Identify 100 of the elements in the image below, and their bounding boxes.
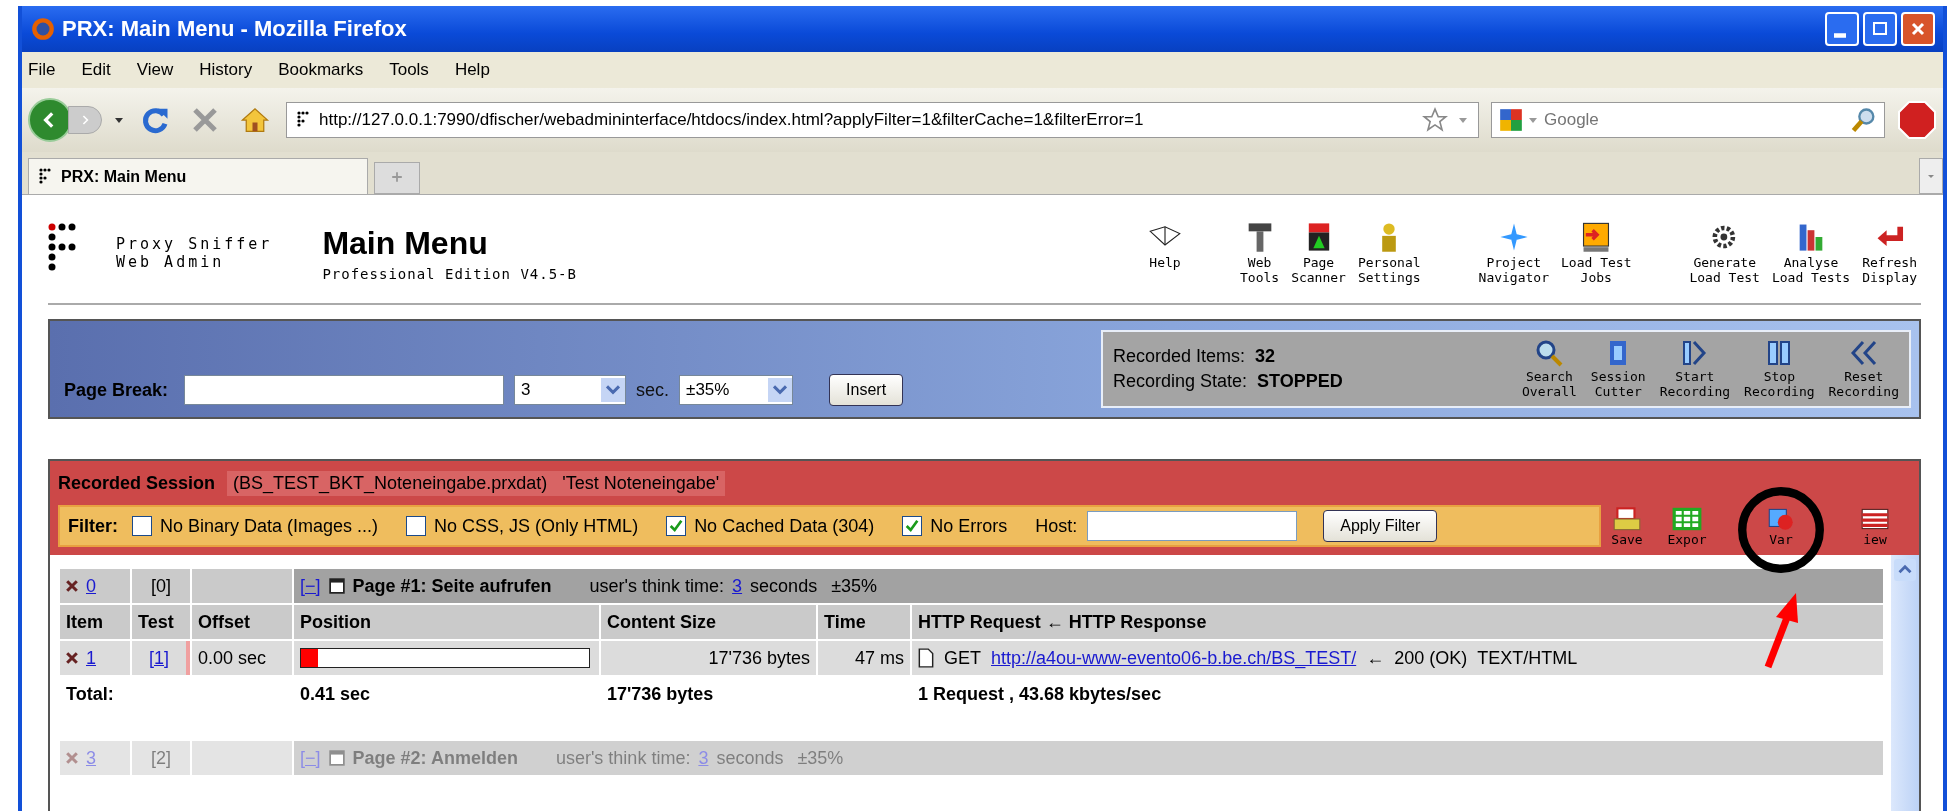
think-time-unit: seconds [750,575,818,597]
table-cell: 17'736 bytes [601,641,816,675]
session-action-button[interactable]: Save [1601,505,1653,547]
toolbar-button[interactable]: Help [1144,220,1186,286]
close-button[interactable] [1901,12,1935,46]
host-field[interactable] [1087,511,1298,541]
recorded-items-count: 32 [1255,346,1276,367]
request-url-link[interactable]: http://a4ou-www-evento06-b.be.ch/BS_TEST/ [991,647,1357,669]
maximize-button[interactable] [1863,12,1897,46]
toolbar-button[interactable]: Analyse Load Tests [1767,220,1855,286]
minimize-icon [1834,32,1846,38]
column-header: Test [132,605,190,639]
checkbox[interactable] [132,516,152,536]
table-cell: [0] [132,569,190,603]
column-header: HTTP Request ← HTTP Response [912,605,1883,639]
column-header: Item [60,605,130,639]
toolbar-button[interactable]: Refresh Display [1858,220,1921,286]
star-icon[interactable] [1422,107,1448,133]
filter-option-label: No Binary Data (Images ...) [160,515,379,537]
minimize-button[interactable] [1825,12,1859,46]
column-header: Content Size [601,605,816,639]
recording-action-button[interactable]: Start Recording [1655,338,1735,400]
page-title: Main Menu [322,224,489,262]
checkbox[interactable] [666,516,687,536]
dropdown-arrow-icon[interactable] [114,115,124,125]
menu-item[interactable]: File [28,60,56,80]
direction-arrow: ← [1366,647,1385,669]
delay-select[interactable]: 3 [514,375,627,405]
column-header: Time [818,605,910,639]
think-time-label: user's think time: [589,575,725,597]
window-title: PRX: Main Menu - Mozilla Firefox [62,16,408,42]
search-field[interactable]: Google [1491,102,1885,138]
magnifier-icon [1534,338,1565,369]
filter-option-label: No Cached Data (304) [694,515,875,537]
edition-label: Professional Edition V4.5-B [322,265,578,282]
checkbox[interactable] [406,516,427,536]
collapse-link[interactable]: [−] [300,575,321,597]
search-engine-icon[interactable] [1498,107,1524,133]
toolbar-button[interactable]: Web Tools [1236,220,1284,286]
menu-item[interactable]: Edit [81,60,111,80]
plus-icon [391,170,403,183]
recording-action-button[interactable]: Session Cutter [1586,338,1650,400]
insert-button[interactable]: Insert [829,374,904,406]
toolbar-button[interactable]: Personal Settings [1353,220,1425,286]
table-cell: 47 ms [818,641,910,675]
session-action-button[interactable]: iew [1849,505,1901,547]
variance-label: ±35% [831,575,878,597]
menu-item[interactable]: History [199,60,253,80]
item-link[interactable]: 0 [86,575,96,597]
menu-item[interactable]: Bookmarks [278,60,364,80]
window-icon [328,750,345,766]
column-header: Position [294,605,599,639]
scrollbar[interactable] [1891,555,1919,811]
page-name: Page #2: Anmelden [352,747,518,769]
scroll-up-icon[interactable] [1894,559,1916,581]
content-type: TEXT/HTML [1477,647,1578,669]
recording-action-button[interactable]: Stop Recording [1740,338,1819,400]
recording-state-label: Recording State: [1113,371,1248,392]
window-icon [328,578,345,594]
toolbar-button[interactable]: Page Scanner [1287,220,1350,286]
filter-option-label: No Errors [930,515,1008,537]
reload-icon[interactable] [140,105,170,135]
filter-option-label: No CSS, JS (Only HTML) [434,515,639,537]
think-time-label: user's think time: [555,747,691,769]
http-method: GET [944,647,981,669]
toolbar-button[interactable]: Load Test Jobs [1557,220,1636,286]
variance-select[interactable]: ±35% [679,375,794,405]
variance-label: ±35% [797,747,844,769]
menu-item[interactable]: Tools [389,60,429,80]
host-label: Host: [1035,515,1078,537]
product-name: Web Admin [116,253,226,271]
filter-label: Filter: [68,515,118,537]
table-cell: [2] [132,741,190,775]
stop-sign-icon[interactable] [1897,100,1937,140]
delete-icon[interactable] [66,652,78,664]
recorded-items-label: Recorded Items: [1113,346,1246,367]
delete-icon[interactable] [66,580,78,592]
session-file-name: (BS_TEST_BKT_Noteneingabe.prxdat) 'Test Noteneingabe' [227,470,726,496]
product-name: Proxy Sniffer [116,235,273,253]
table-icon [1671,505,1703,532]
browser-tab[interactable]: PRX: Main Menu [28,158,368,194]
address-field[interactable]: http://127.0.0.1:7990/dfischer/webadmininterface/htdocs/index.html?applyFilter=1&filterCache=1&filterError=1 [286,102,1479,138]
column-header: Offset [192,605,292,639]
page-break-field[interactable] [184,375,505,405]
session-action-button[interactable]: Expor [1661,505,1713,547]
checkbox[interactable] [902,516,923,536]
apply-filter-button[interactable]: Apply Filter [1323,510,1438,542]
home-icon[interactable] [240,105,270,135]
think-time-link[interactable]: 3 [732,575,743,597]
toolbar-button[interactable]: Project Navigator [1474,220,1553,286]
page-break-label: Page Break: [64,379,169,401]
recording-action-button[interactable]: Search Overall [1518,338,1581,400]
menu-item[interactable]: View [136,60,174,80]
menu-item[interactable]: Help [454,60,490,80]
table-cell: 0.00 sec [192,641,292,675]
page-name: Page #1: Seite aufrufen [352,575,552,597]
think-time-unit: seconds [716,747,784,769]
item-link[interactable]: 1 [86,647,96,669]
toolbar-button[interactable]: Generate Load Test [1685,220,1764,286]
recording-action-button[interactable]: Reset Recording [1824,338,1903,400]
